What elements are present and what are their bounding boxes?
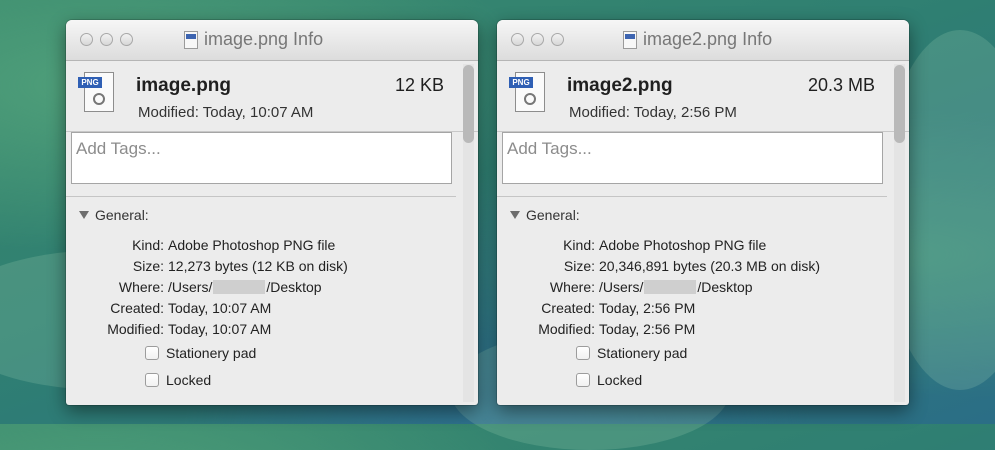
locked-label: Locked (597, 372, 643, 388)
summary-panel: PNG image.png 12 KB Modified: Today, 10:… (66, 61, 478, 132)
where-label: Where: (118, 279, 164, 295)
size-value: 12,273 bytes (12 KB on disk) (168, 258, 348, 274)
document-icon (184, 30, 198, 49)
summary-panel: PNG image2.png 20.3 MB Modified: Today, … (497, 61, 909, 132)
scrollbar-thumb[interactable] (463, 65, 474, 143)
file-size: 20.3 MB (807, 75, 875, 95)
stationery-pad-label: Stationery pad (597, 345, 688, 361)
window-title: image.png Info (184, 29, 323, 50)
where-prefix: /Users/ (168, 279, 213, 295)
document-icon (623, 30, 637, 49)
preview-glyph-icon (524, 93, 536, 105)
modified-value: Today, 10:07 AM (168, 321, 272, 337)
tags-placeholder: Add Tags... (507, 139, 592, 158)
locked-option[interactable]: Locked (576, 372, 642, 388)
locked-option[interactable]: Locked (145, 372, 211, 388)
stationery-pad-label: Stationery pad (166, 345, 257, 361)
created-value: Today, 10:07 AM (168, 300, 272, 316)
zoom-button[interactable] (551, 33, 564, 46)
png-file-icon: PNG (509, 69, 549, 117)
where-suffix: /Desktop (697, 279, 753, 295)
preview-glyph-icon (93, 93, 105, 105)
close-button[interactable] (511, 33, 524, 46)
window-title: image2.png Info (623, 29, 772, 50)
scrollbar-thumb[interactable] (894, 65, 905, 143)
modified-summary: Modified: Today, 10:07 AM (138, 104, 314, 121)
file-type-badge: PNG (509, 77, 533, 88)
stationery-pad-option[interactable]: Stationery pad (145, 345, 256, 361)
general-header[interactable]: General: (79, 207, 149, 223)
close-button[interactable] (80, 33, 93, 46)
where-prefix: /Users/ (599, 279, 644, 295)
disclosure-triangle-icon[interactable] (79, 211, 89, 219)
where-label: Where: (549, 279, 595, 295)
file-name: image.png (136, 75, 232, 96)
locked-checkbox[interactable] (145, 373, 159, 387)
kind-label: Kind: (563, 237, 595, 253)
created-value: Today, 2:56 PM (599, 300, 696, 316)
created-label: Created: (541, 300, 595, 316)
disclosure-triangle-icon[interactable] (510, 211, 520, 219)
info-window-left: image.png Info PNG image.png 12 KB Modif… (66, 20, 478, 405)
modified-summary: Modified: Today, 2:56 PM (569, 104, 737, 121)
size-label: Size: (563, 258, 595, 274)
general-label: General: (526, 207, 580, 223)
minimize-button[interactable] (531, 33, 544, 46)
info-window-right: image2.png Info PNG image2.png 20.3 MB M… (497, 20, 909, 405)
window-title-text: image.png Info (204, 29, 324, 49)
titlebar: image2.png Info (497, 20, 909, 61)
modified-label: Modified: (538, 321, 595, 337)
kind-value: Adobe Photoshop PNG file (168, 237, 336, 253)
tags-placeholder: Add Tags... (76, 139, 161, 158)
kind-value: Adobe Photoshop PNG file (599, 237, 767, 253)
modified-label: Modified: (107, 321, 164, 337)
general-header[interactable]: General: (510, 207, 580, 223)
tags-field[interactable]: Add Tags... (502, 132, 883, 184)
general-section: General: Kind: Adobe Photoshop PNG file … (66, 196, 456, 405)
zoom-button[interactable] (120, 33, 133, 46)
titlebar: image.png Info (66, 20, 478, 61)
locked-checkbox[interactable] (576, 373, 590, 387)
redacted-username (644, 280, 697, 294)
tags-field[interactable]: Add Tags... (71, 132, 452, 184)
stationery-pad-checkbox[interactable] (576, 346, 590, 360)
size-label: Size: (132, 258, 164, 274)
modified-value: Today, 2:56 PM (599, 321, 696, 337)
kind-label: Kind: (132, 237, 164, 253)
where-suffix: /Desktop (266, 279, 322, 295)
file-size: 12 KB (394, 75, 444, 95)
redacted-username (213, 280, 266, 294)
file-type-badge: PNG (78, 77, 102, 88)
file-name: image2.png (567, 75, 673, 96)
locked-label: Locked (166, 372, 212, 388)
where-value: /Users/ /Desktop (599, 278, 753, 297)
window-title-text: image2.png Info (643, 29, 773, 49)
general-label: General: (95, 207, 149, 223)
general-section: General: Kind: Adobe Photoshop PNG file … (497, 196, 887, 405)
minimize-button[interactable] (100, 33, 113, 46)
where-value: /Users/ /Desktop (168, 278, 322, 297)
stationery-pad-checkbox[interactable] (145, 346, 159, 360)
stationery-pad-option[interactable]: Stationery pad (576, 345, 687, 361)
size-value: 20,346,891 bytes (20.3 MB on disk) (599, 258, 821, 274)
created-label: Created: (110, 300, 164, 316)
png-file-icon: PNG (78, 69, 118, 117)
